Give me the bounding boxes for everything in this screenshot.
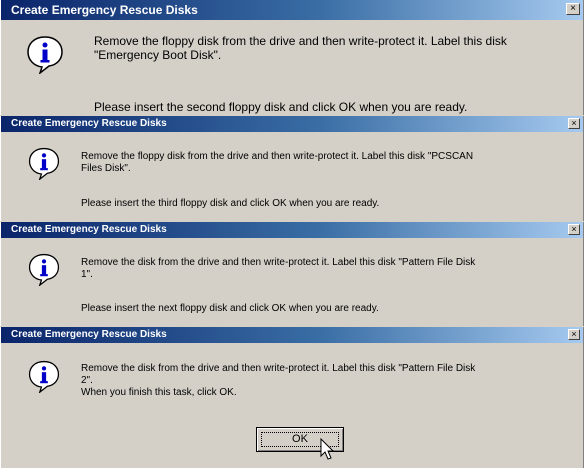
close-icon: ×: [571, 118, 577, 128]
message-line: Remove the floppy disk from the drive an…: [94, 34, 507, 48]
dialog-message: Remove the disk from the drive and then …: [81, 363, 475, 399]
info-icon: [28, 147, 60, 180]
dialog-title: Create Emergency Rescue Disks: [11, 3, 198, 17]
message-line: "Emergency Boot Disk".: [94, 48, 222, 62]
dialog-title: Create Emergency Rescue Disks: [11, 118, 167, 129]
info-icon: [27, 36, 63, 74]
close-icon: ×: [570, 3, 576, 14]
dialog-pcscan-files-disk: Create Emergency Rescue Disks × Remove t…: [0, 116, 584, 221]
message-line: Remove the floppy disk from the drive an…: [81, 151, 474, 162]
info-icon: [28, 253, 60, 286]
dialog-titlebar[interactable]: Create Emergency Rescue Disks ×: [1, 222, 583, 238]
mouse-cursor-icon: [320, 438, 335, 460]
info-icon: [28, 360, 60, 393]
dialog-prompt: Please insert the second floppy disk and…: [94, 100, 468, 114]
dialog-titlebar[interactable]: Create Emergency Rescue Disks ×: [1, 116, 583, 132]
dialog-title: Create Emergency Rescue Disks: [11, 329, 167, 340]
close-icon: ×: [571, 224, 577, 234]
message-line: Files Disk".: [81, 163, 131, 174]
dialog-titlebar[interactable]: Create Emergency Rescue Disks ×: [1, 0, 583, 20]
close-button[interactable]: ×: [566, 3, 580, 15]
dialog-message: Remove the disk from the drive and then …: [81, 257, 475, 281]
dialog-emergency-boot-disk: Create Emergency Rescue Disks × Remove t…: [0, 0, 584, 115]
close-button[interactable]: ×: [568, 224, 580, 235]
message-line: 1".: [81, 269, 93, 280]
dialog-title: Create Emergency Rescue Disks: [11, 224, 167, 235]
dialog-prompt: Please insert the third floppy disk and …: [81, 198, 380, 209]
message-line: Remove the disk from the drive and then …: [81, 257, 476, 268]
dialog-titlebar[interactable]: Create Emergency Rescue Disks ×: [1, 327, 583, 343]
dialog-message: Remove the floppy disk from the drive an…: [94, 34, 507, 62]
dialog-message: Remove the floppy disk from the drive an…: [81, 151, 473, 175]
dialog-prompt: When you finish this task, click OK.: [81, 387, 237, 398]
close-icon: ×: [571, 329, 577, 339]
message-line: 2".: [81, 375, 93, 386]
dialog-pattern-file-disk-1: Create Emergency Rescue Disks × Remove t…: [0, 222, 584, 326]
close-button[interactable]: ×: [568, 118, 580, 129]
close-button[interactable]: ×: [568, 329, 580, 340]
message-line: Remove the disk from the drive and then …: [81, 363, 476, 374]
dialog-prompt: Please insert the next floppy disk and c…: [81, 303, 379, 314]
